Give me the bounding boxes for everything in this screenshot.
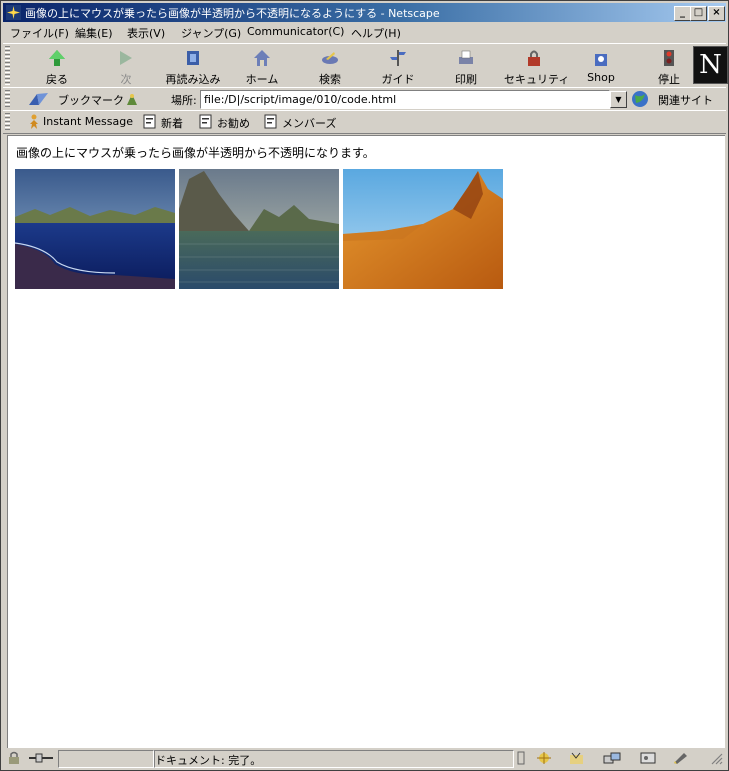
menu-file[interactable]: ファイル(F) bbox=[10, 25, 69, 41]
home-icon bbox=[254, 50, 270, 66]
title-bar: 画像の上にマウスが乗ったら画像が半透明から不透明になるようにする - Netsc… bbox=[3, 3, 726, 22]
navigator-component-icon[interactable] bbox=[535, 751, 553, 765]
toolbar-grip[interactable] bbox=[5, 46, 10, 85]
search-label: 検索 bbox=[319, 73, 341, 86]
security-button[interactable]: セキュリティ bbox=[504, 47, 570, 87]
guide-label: ガイド bbox=[381, 73, 415, 86]
status-bar: ドキュメント: 完了。 bbox=[3, 749, 726, 768]
navigation-toolbar: 戻る 次 再読み込み ホーム 検索 ガイド 印刷 セキュリティ Shop 停止 … bbox=[3, 43, 728, 88]
shop-label: Shop bbox=[587, 71, 615, 84]
browser-window: 画像の上にマウスが乗ったら画像が半透明から不透明になるようにする - Netsc… bbox=[0, 0, 729, 771]
bookmark-page-icon bbox=[264, 114, 277, 129]
reload-icon bbox=[187, 51, 199, 65]
newsgroups-component-icon[interactable] bbox=[603, 751, 621, 765]
recommend-link[interactable]: お勧め bbox=[217, 115, 250, 131]
minimize-button[interactable]: _ bbox=[674, 6, 691, 21]
instant-message-icon bbox=[30, 114, 38, 129]
guide-button[interactable]: ガイド bbox=[368, 47, 428, 87]
back-button[interactable]: 戻る bbox=[27, 47, 87, 87]
stop-icon bbox=[664, 50, 674, 66]
address-book-component-icon[interactable] bbox=[639, 751, 657, 765]
location-label: 場所: bbox=[171, 94, 197, 107]
url-field[interactable]: file:/D|/script/image/010/code.html bbox=[200, 90, 610, 109]
guide-icon bbox=[390, 50, 406, 66]
location-grip[interactable] bbox=[5, 90, 10, 108]
stop-label: 停止 bbox=[658, 73, 680, 86]
security-label: セキュリティ bbox=[504, 73, 570, 86]
bookmarks-icon bbox=[29, 93, 48, 105]
shopping-bag-icon bbox=[595, 54, 607, 66]
bookmark-page-icon bbox=[143, 114, 156, 129]
landscape-image-desert[interactable] bbox=[343, 169, 503, 289]
landscape-image-coast[interactable] bbox=[15, 169, 175, 289]
reload-label: 再読み込み bbox=[165, 73, 221, 86]
print-button[interactable]: 印刷 bbox=[436, 47, 496, 87]
back-arrow-icon bbox=[49, 50, 65, 66]
maximize-button[interactable]: □ bbox=[690, 6, 707, 21]
page-content: 画像の上にマウスが乗ったら画像が半透明から不透明になります。 bbox=[7, 135, 725, 748]
new-link[interactable]: 新着 bbox=[161, 115, 183, 131]
members-link[interactable]: メンバーズ bbox=[282, 115, 336, 131]
forward-button[interactable]: 次 bbox=[96, 47, 156, 87]
menu-view[interactable]: 表示(V) bbox=[127, 25, 165, 41]
menu-bar: ファイル(F) 編集(E) 表示(V) ジャンプ(G) Communicator… bbox=[3, 23, 726, 42]
page-proxy-icon[interactable] bbox=[124, 91, 140, 107]
composer-component-icon[interactable] bbox=[672, 751, 690, 765]
progress-cell bbox=[58, 750, 154, 768]
component-grip-icon[interactable] bbox=[516, 751, 526, 765]
url-dropdown-button[interactable]: ▼ bbox=[610, 91, 627, 108]
printer-icon bbox=[459, 50, 473, 64]
lock-icon bbox=[528, 50, 540, 66]
netscape-app-icon bbox=[6, 5, 21, 20]
forward-arrow-icon bbox=[120, 51, 132, 65]
search-icon bbox=[322, 52, 338, 64]
netscape-logo[interactable]: N bbox=[693, 46, 728, 84]
url-text: file:/D|/script/image/010/code.html bbox=[204, 93, 397, 106]
bookmarks-button[interactable]: ブックマーク bbox=[58, 92, 124, 108]
window-title: 画像の上にマウスが乗ったら画像が半透明から不透明になるようにする - Netsc… bbox=[25, 7, 440, 20]
mail-component-icon[interactable] bbox=[569, 751, 587, 765]
back-label: 戻る bbox=[46, 73, 68, 86]
personal-grip[interactable] bbox=[5, 113, 10, 131]
related-links-button[interactable]: 関連サイト bbox=[658, 92, 713, 108]
menu-help[interactable]: ヘルプ(H) bbox=[351, 25, 401, 41]
resize-grip-icon[interactable] bbox=[709, 751, 723, 765]
home-button[interactable]: ホーム bbox=[232, 47, 292, 87]
home-label: ホーム bbox=[245, 73, 279, 86]
coast-image bbox=[15, 169, 175, 289]
instant-message-link[interactable]: Instant Message bbox=[43, 115, 133, 128]
forward-label: 次 bbox=[120, 73, 132, 86]
reload-button[interactable]: 再読み込み bbox=[163, 47, 223, 87]
desert-image bbox=[343, 169, 503, 289]
bookmark-page-icon bbox=[199, 114, 212, 129]
menu-edit[interactable]: 編集(E) bbox=[75, 25, 113, 41]
related-globe-icon bbox=[632, 91, 648, 107]
stop-button[interactable]: 停止 bbox=[639, 47, 699, 87]
shop-button[interactable]: Shop bbox=[571, 47, 631, 87]
search-button[interactable]: 検索 bbox=[300, 47, 360, 87]
menu-communicator[interactable]: Communicator(C) bbox=[247, 25, 344, 38]
status-text: ドキュメント: 完了。 bbox=[155, 754, 262, 767]
security-lock-icon[interactable] bbox=[6, 751, 24, 765]
print-label: 印刷 bbox=[455, 73, 477, 86]
lake-image bbox=[179, 169, 339, 289]
menu-go[interactable]: ジャンプ(G) bbox=[181, 25, 241, 41]
personal-toolbar: Instant Message 新着 お勧め メンバーズ bbox=[3, 110, 726, 134]
landscape-image-lake[interactable] bbox=[179, 169, 339, 289]
page-message: 画像の上にマウスが乗ったら画像が半透明から不透明になります。 bbox=[16, 146, 375, 160]
connection-icon[interactable] bbox=[27, 751, 55, 765]
location-toolbar: ブックマーク 場所: file:/D|/script/image/010/cod… bbox=[3, 87, 726, 111]
close-button[interactable]: × bbox=[708, 6, 725, 21]
